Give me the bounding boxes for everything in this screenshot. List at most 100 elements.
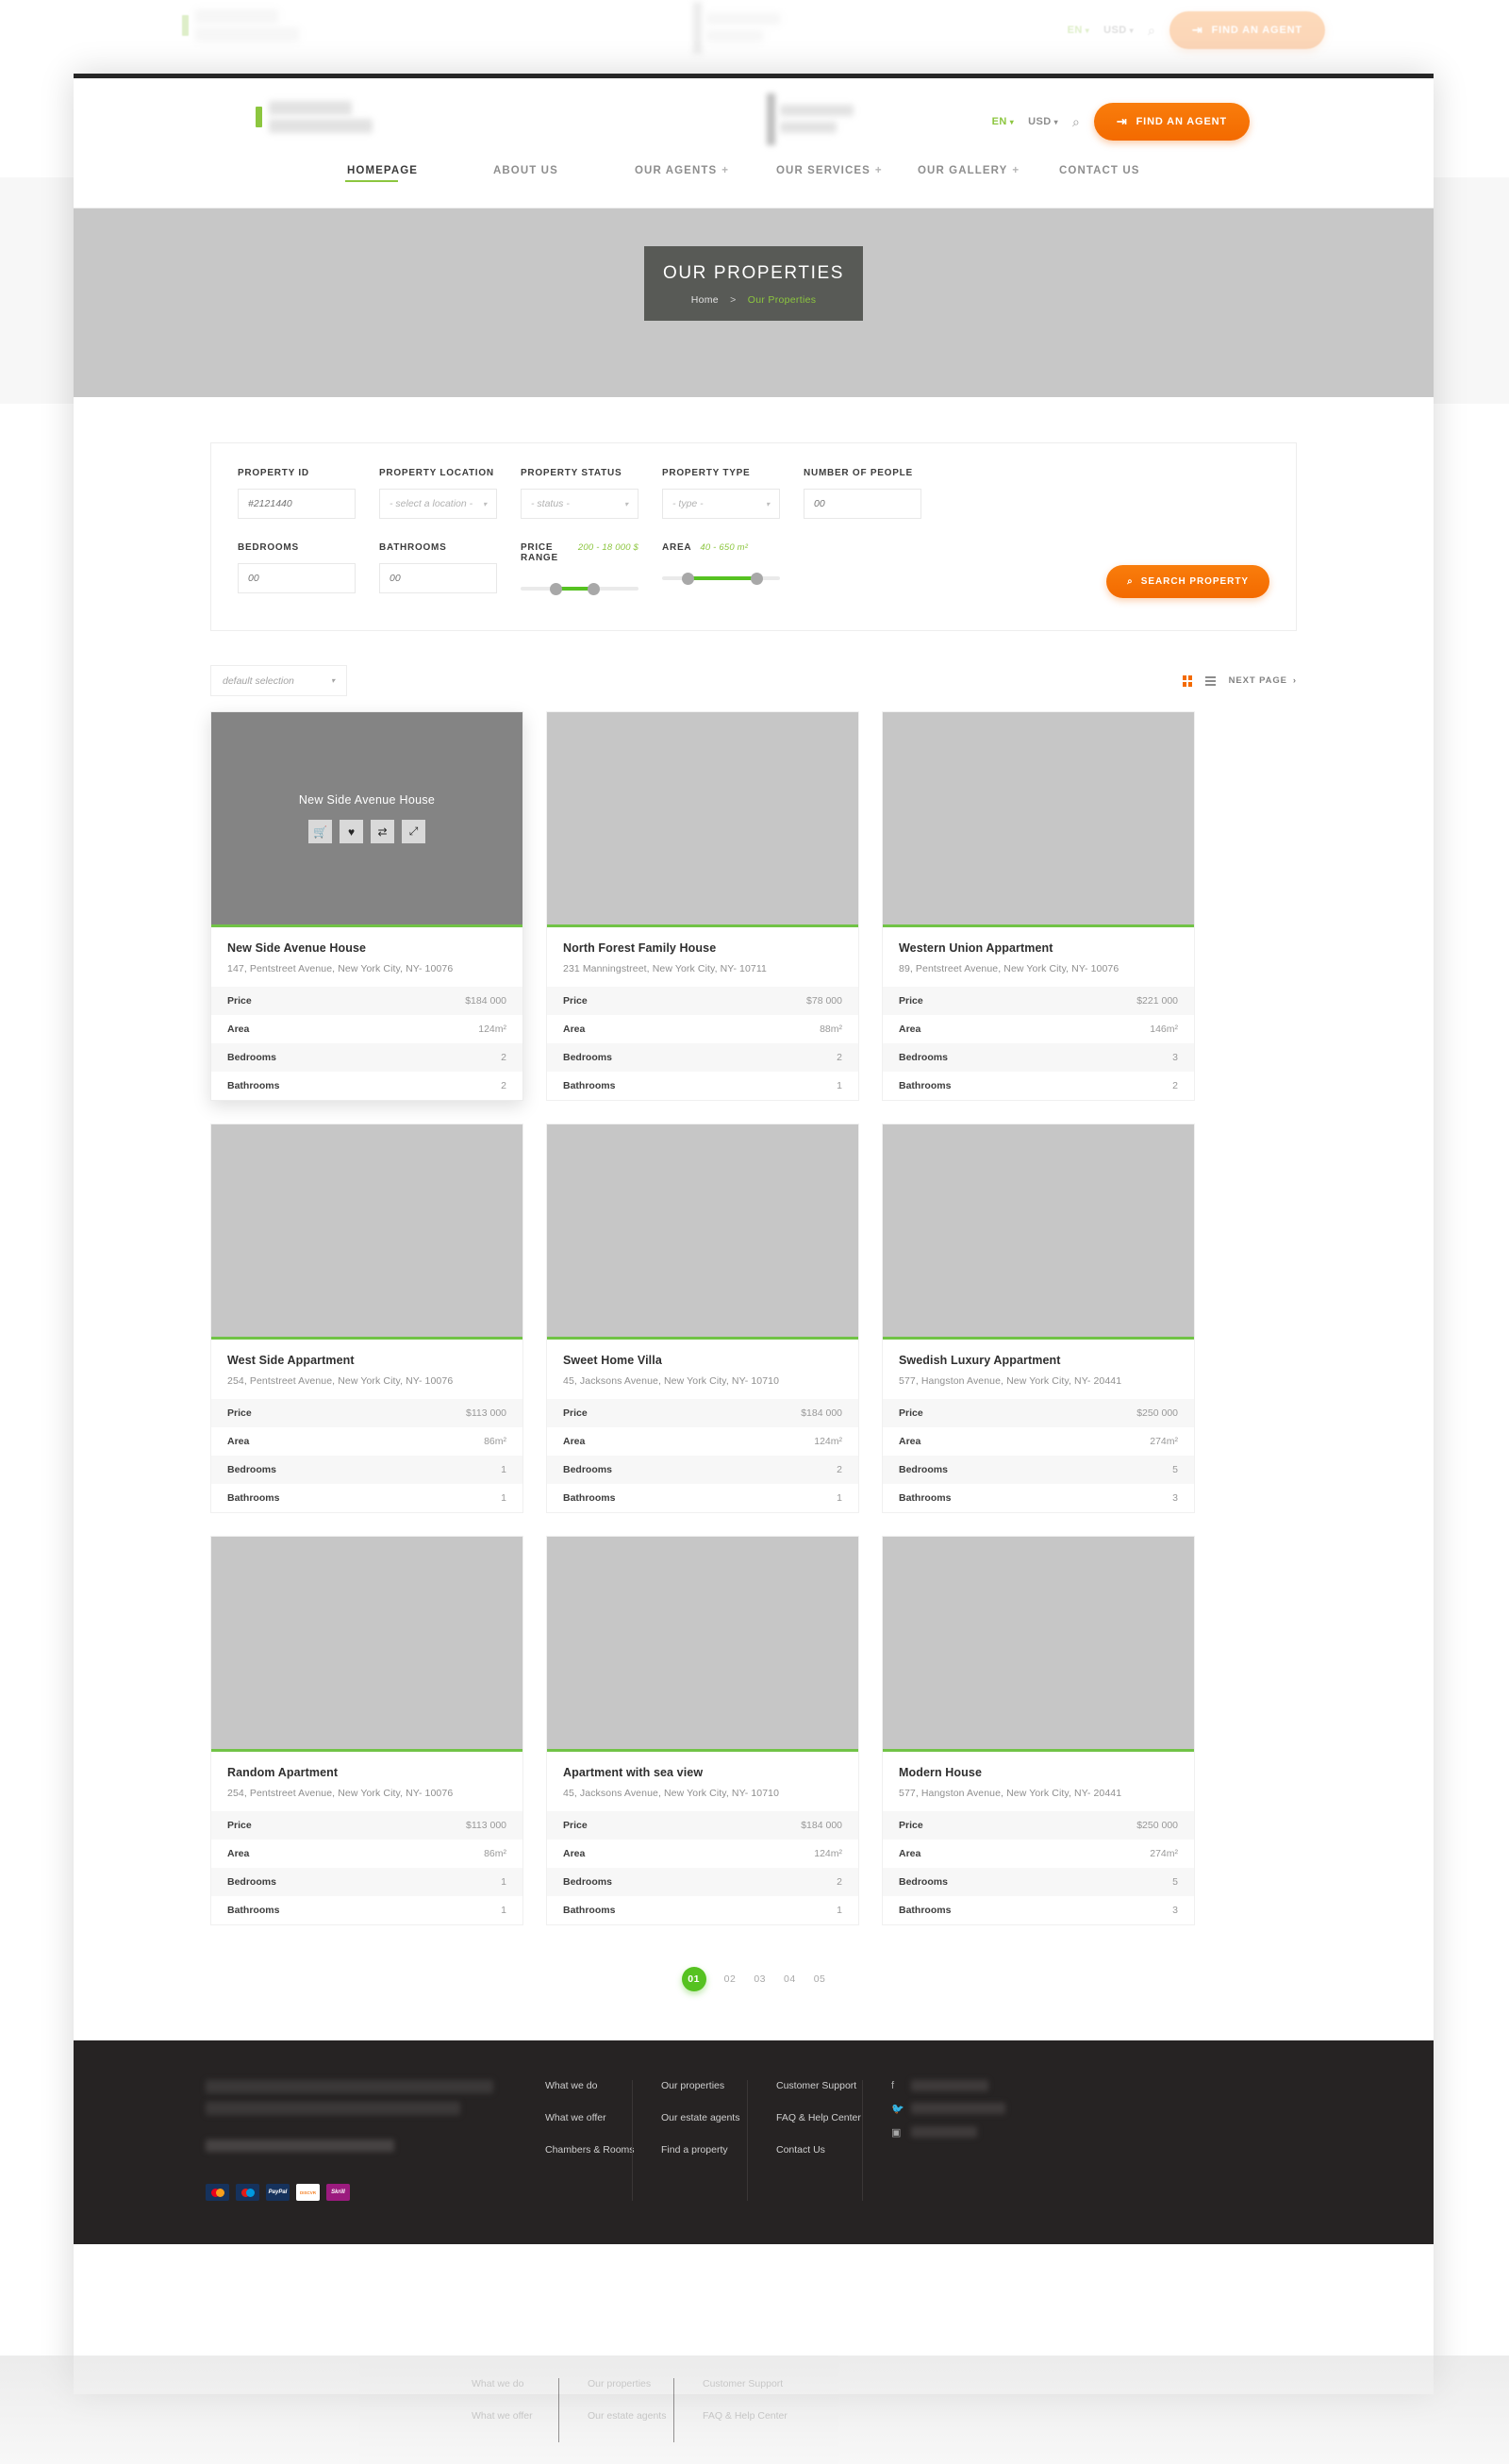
property-title[interactable]: Sweet Home Villa <box>563 1354 842 1367</box>
property-image[interactable] <box>211 1124 522 1340</box>
area-knob-min[interactable] <box>682 572 694 585</box>
property-image[interactable] <box>547 1124 858 1340</box>
currency-switcher[interactable]: USD ▾ <box>1028 116 1058 127</box>
pagination-page-03[interactable]: 03 <box>754 1973 766 1985</box>
footer-link-contact-us[interactable]: Contact Us <box>776 2144 862 2156</box>
cart-icon[interactable]: 🛒 <box>308 820 332 843</box>
sort-select-value: default selection <box>223 674 294 687</box>
footer-link-our-properties[interactable]: Our properties <box>661 2080 747 2091</box>
nav-item-our-agents[interactable]: OUR AGENTS + <box>635 165 776 188</box>
pagination-page-02[interactable]: 02 <box>724 1973 737 1985</box>
social-row-facebook[interactable]: f <box>891 2080 1032 2091</box>
price-range-knob-max[interactable] <box>588 582 600 595</box>
property-image[interactable]: New Side Avenue House 🛒 ♥ ⇄ ⤢ <box>211 712 522 927</box>
property-spec-price-label: Price <box>227 995 252 1007</box>
grid-view-icon[interactable] <box>1182 674 1192 687</box>
property-title[interactable]: Modern House <box>899 1766 1178 1779</box>
property-card[interactable]: North Forest Family House 231 Manningstre… <box>546 711 859 1101</box>
nav-item-our-services[interactable]: OUR SERVICES + <box>776 165 918 188</box>
footer-link-faq-help-center[interactable]: FAQ & Help Center <box>776 2112 862 2123</box>
property-title[interactable]: Swedish Luxury Appartment <box>899 1354 1178 1367</box>
area-slider[interactable] <box>662 563 780 593</box>
property-card[interactable]: Sweet Home Villa 45, Jacksons Avenue, New… <box>546 1124 859 1513</box>
price-range-knob-min[interactable] <box>550 582 562 595</box>
area-knob-max[interactable] <box>750 572 763 585</box>
property-spec-area: Area 86m² <box>211 1427 522 1456</box>
property-address: 577, Hangston Avenue, New York City, NY-… <box>899 1788 1122 1799</box>
property-id-input[interactable] <box>238 489 356 519</box>
brand-logo[interactable] <box>256 101 373 133</box>
property-card[interactable]: Random Apartment 254, Pentstreet Avenue, … <box>210 1536 523 1925</box>
property-spec-area-label: Area <box>227 1848 250 1859</box>
footer-link-what-we-do[interactable]: What we do <box>545 2080 632 2091</box>
property-status-select[interactable]: - status - ▾ <box>521 489 638 519</box>
search-icon[interactable]: ⌕ <box>1072 114 1080 130</box>
chevron-down-icon-2: ▾ <box>1053 117 1058 126</box>
nav-item-about-us[interactable]: ABOUT US <box>493 165 635 188</box>
search-property-button[interactable]: ⌕ SEARCH PROPERTY <box>1106 565 1269 598</box>
nav-item-contact-us[interactable]: CONTACT US <box>1059 165 1201 188</box>
property-spec-area: Area 86m² <box>211 1840 522 1868</box>
property-title[interactable]: Western Union Appartment <box>899 941 1178 955</box>
property-image[interactable] <box>211 1537 522 1752</box>
compare-icon[interactable]: ⇄ <box>371 820 394 843</box>
property-title[interactable]: New Side Avenue House <box>227 941 506 955</box>
property-card[interactable]: Swedish Luxury Appartment 577, Hangston A… <box>882 1124 1195 1513</box>
property-status-value: - status - <box>531 498 570 509</box>
property-card[interactable]: Apartment with sea view 45, Jacksons Aven… <box>546 1536 859 1925</box>
property-card[interactable]: West Side Appartment 254, Pentstreet Aven… <box>210 1124 523 1513</box>
social-row-instagram[interactable]: ▣ <box>891 2126 1032 2139</box>
bedrooms-input[interactable] <box>238 563 356 593</box>
property-spec-bedrooms: Bedrooms 1 <box>211 1868 522 1896</box>
nav-item-our-agents-label: OUR AGENTS <box>635 165 718 176</box>
property-type-select[interactable]: - type - ▾ <box>662 489 780 519</box>
property-spec-bedrooms: Bedrooms 5 <box>883 1456 1194 1484</box>
bathrooms-input[interactable] <box>379 563 497 593</box>
property-title[interactable]: North Forest Family House <box>563 941 842 955</box>
price-range-slider[interactable] <box>521 574 638 604</box>
ghost-center-line1 <box>706 13 780 25</box>
nav-item-homepage[interactable]: HOMEPAGE <box>345 165 493 188</box>
nav-item-our-gallery[interactable]: OUR GALLERY + <box>918 165 1059 188</box>
next-page-button[interactable]: NEXT PAGE › <box>1229 675 1297 686</box>
browser-page-panel: EN ▾ USD ▾ ⌕ ⇥ FIND AN AGENT HOMEPAGE ABOU… <box>74 74 1434 2394</box>
property-spec-area-value: 124m² <box>814 1436 842 1447</box>
property-title[interactable]: Apartment with sea view <box>563 1766 842 1779</box>
language-switcher[interactable]: EN ▾ <box>992 116 1015 127</box>
footer-link-find-a-property[interactable]: Find a property <box>661 2144 747 2156</box>
property-title[interactable]: West Side Appartment <box>227 1354 506 1367</box>
property-title[interactable]: Random Apartment <box>227 1766 506 1779</box>
property-card[interactable]: Western Union Appartment 89, Pentstreet A… <box>882 711 1195 1101</box>
property-spec-price: Price $250 000 <box>883 1399 1194 1427</box>
expand-icon[interactable]: ⤢ <box>402 820 425 843</box>
social-row-twitter[interactable]: 🐦 <box>891 2103 1032 2115</box>
footer-link-our-estate-agents[interactable]: Our estate agents <box>661 2112 747 2123</box>
property-location-select[interactable]: - select a location - ▾ <box>379 489 497 519</box>
number-of-people-input[interactable] <box>804 489 921 519</box>
property-image[interactable] <box>883 712 1194 927</box>
label-bathrooms: BATHROOMS <box>379 542 447 553</box>
property-image[interactable] <box>547 1537 858 1752</box>
pagination-page-01[interactable]: 01 <box>681 1967 706 1991</box>
footer-link-chambers-rooms[interactable]: Chambers & Rooms <box>545 2144 635 2156</box>
sort-select[interactable]: default selection ▾ <box>210 665 347 696</box>
property-image[interactable] <box>883 1124 1194 1340</box>
list-view-icon[interactable] <box>1204 675 1216 686</box>
property-spec-area-value: 86m² <box>484 1848 506 1859</box>
property-image[interactable] <box>547 712 858 927</box>
breadcrumb-home[interactable]: Home <box>691 294 719 306</box>
logo-mark-icon <box>256 107 262 127</box>
nav-item-our-services-label: OUR SERVICES <box>776 165 871 176</box>
nav-item-homepage-label: HOMEPAGE <box>347 165 419 176</box>
property-card[interactable]: Modern House 577, Hangston Avenue, New Yo… <box>882 1536 1195 1925</box>
heart-icon[interactable]: ♥ <box>340 820 363 843</box>
pagination-page-05[interactable]: 05 <box>814 1973 826 1985</box>
property-spec-bathrooms-value: 1 <box>837 1492 842 1504</box>
footer-link-what-we-offer[interactable]: What we offer <box>545 2112 632 2123</box>
property-card[interactable]: New Side Avenue House 🛒 ♥ ⇄ ⤢ New Side Avenue… <box>210 711 523 1101</box>
footer-brand-block: PayPal DISCVR Skrill <box>206 2080 517 2201</box>
pagination-page-04[interactable]: 04 <box>784 1973 796 1985</box>
footer-link-customer-support[interactable]: Customer Support <box>776 2080 862 2091</box>
find-agent-button[interactable]: ⇥ FIND AN AGENT <box>1093 103 1250 141</box>
property-image[interactable] <box>883 1537 1194 1752</box>
